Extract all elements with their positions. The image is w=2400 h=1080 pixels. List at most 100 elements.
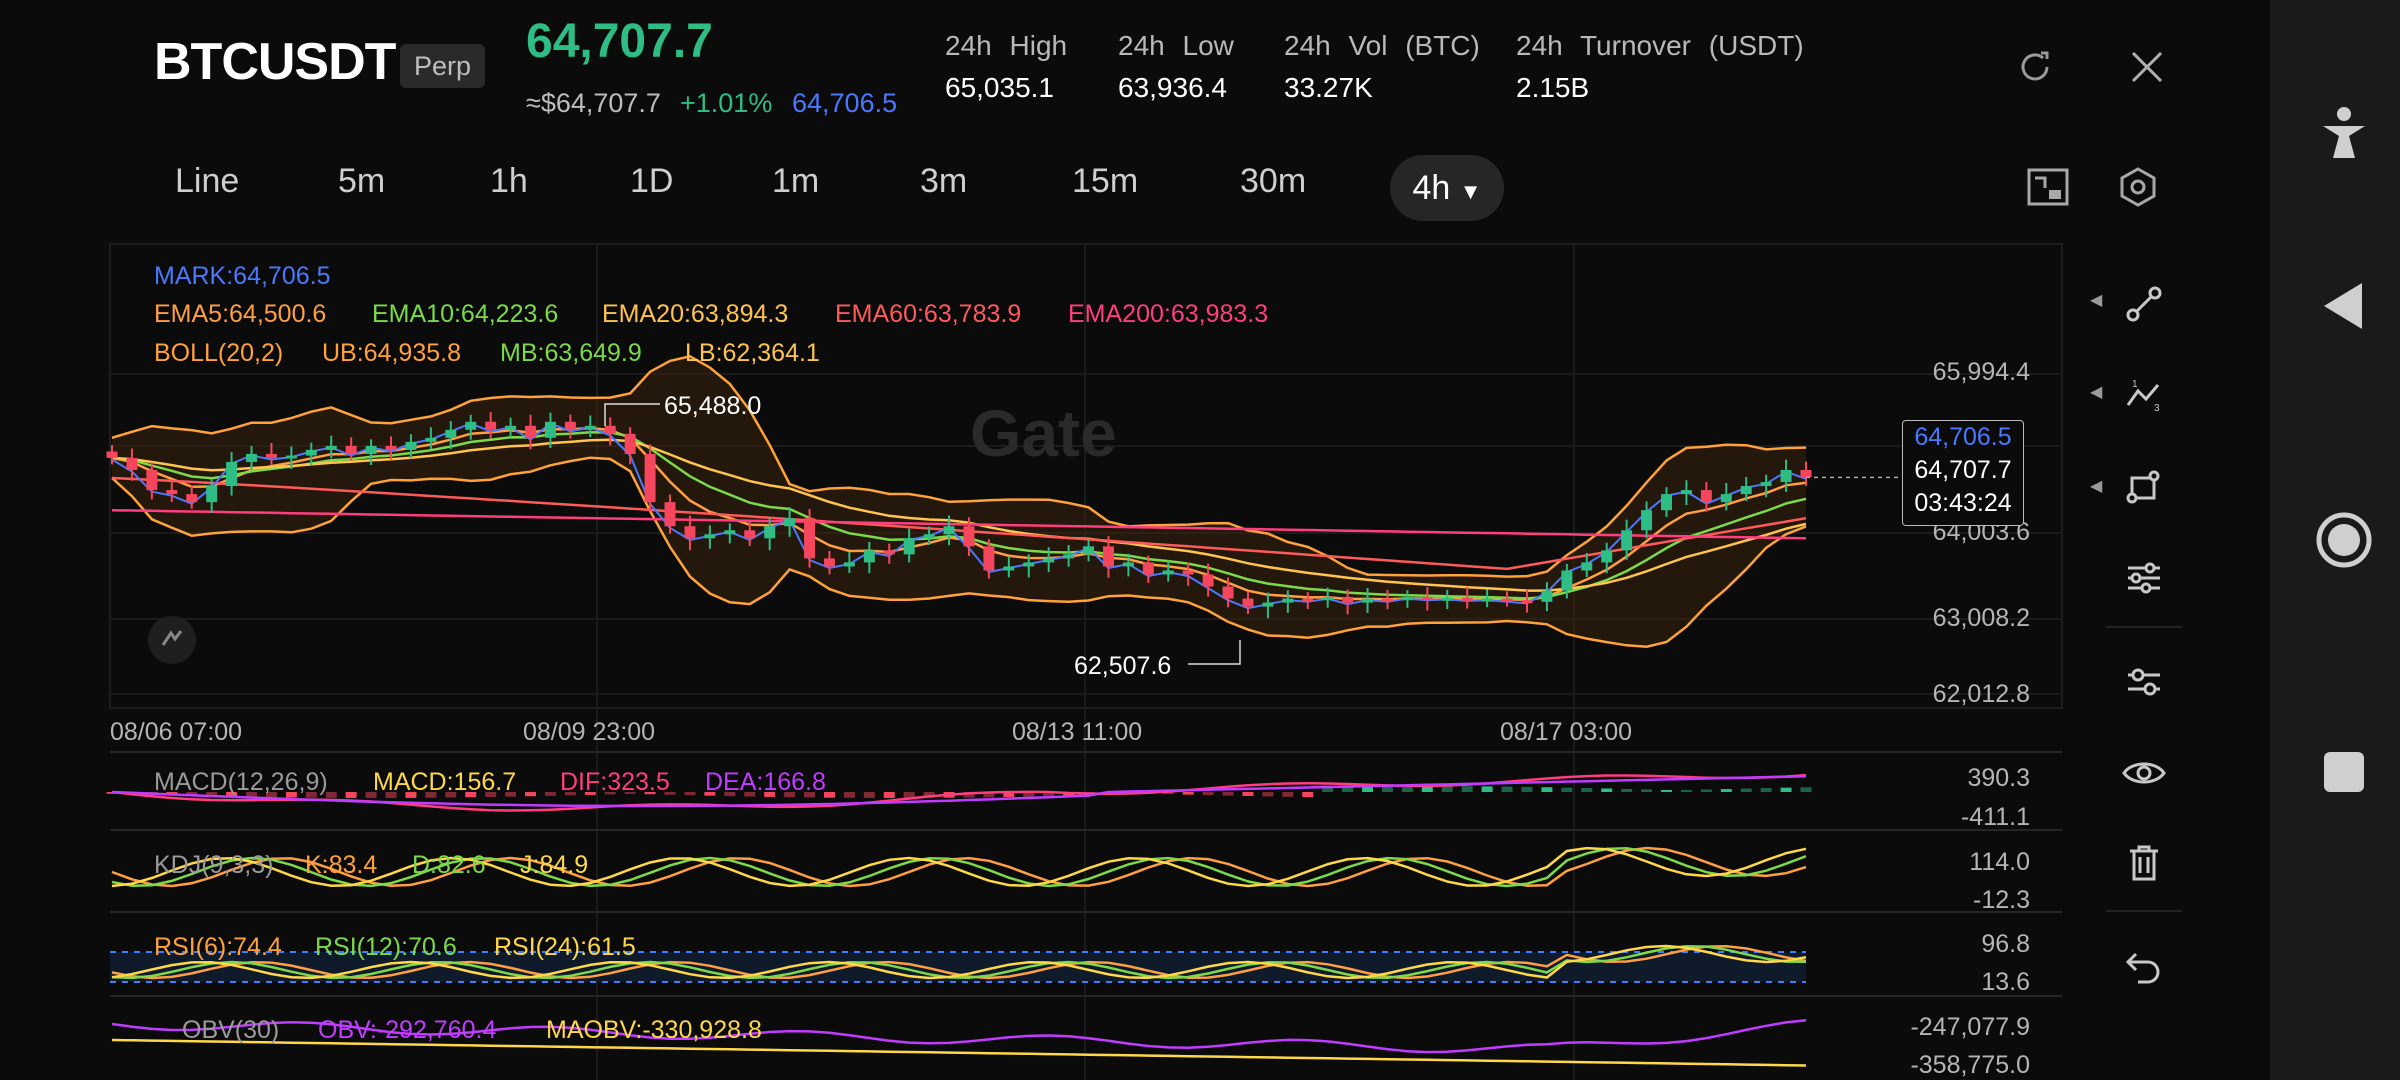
- time-axis-label: 08/09 23:00: [523, 718, 656, 746]
- time-axis-label: 08/17 03:00: [1500, 718, 1633, 746]
- candle-body: [1401, 596, 1413, 601]
- candle-body: [564, 421, 576, 430]
- gate-watermark: Gate: [970, 396, 1117, 470]
- obv-title: OBV(30): [182, 1016, 280, 1044]
- legend-ema200: EMA200:63,983.3: [1068, 300, 1269, 328]
- rsi-axis-max: 96.8: [1981, 930, 2030, 958]
- candle-body: [1561, 570, 1573, 591]
- macd-dea: DEA:166.8: [705, 768, 826, 796]
- candle-body: [1102, 546, 1114, 567]
- macd-bar: [1262, 792, 1274, 797]
- candle-body: [1023, 562, 1035, 567]
- eye-icon[interactable]: [2100, 743, 2188, 803]
- candle-body: [1362, 598, 1374, 603]
- recents-nav-icon[interactable]: [2300, 728, 2388, 816]
- candle-body: [1182, 570, 1194, 575]
- chart-mode-icon[interactable]: [148, 616, 196, 664]
- candle-body: [285, 455, 297, 459]
- candle-body: [843, 562, 855, 567]
- candle-body: [1162, 570, 1174, 575]
- candle-body: [126, 457, 138, 470]
- macd-bar: [863, 792, 875, 798]
- macd-bar: [843, 792, 855, 798]
- macd-bar: [1302, 792, 1314, 798]
- candle-body: [1680, 490, 1692, 495]
- candle-body: [1043, 558, 1055, 563]
- macd-bar: [1581, 788, 1593, 792]
- home-nav-icon[interactable]: [2300, 496, 2388, 584]
- macd-bar: [1561, 787, 1573, 792]
- candle-body: [943, 526, 955, 535]
- candle-body: [1382, 598, 1393, 602]
- macd-bar: [1720, 788, 1732, 792]
- candle-body: [1661, 494, 1672, 511]
- macd-axis-min: -411.1: [1960, 803, 2030, 831]
- candle-body: [206, 486, 218, 503]
- kdj-k: K:83.4: [305, 851, 378, 879]
- kdj-axis-max: 114.0: [1969, 848, 2030, 876]
- rsi-24: RSI(24):61.5: [494, 933, 636, 961]
- kdj-d: D:82.6: [412, 851, 486, 879]
- candle-body: [246, 453, 257, 462]
- macd-axis-max: 390.3: [1967, 764, 2030, 792]
- macd-bar: [1441, 786, 1453, 792]
- legend-ema10: EMA10:64,223.6: [372, 300, 559, 328]
- candle-body: [1063, 554, 1075, 559]
- candle-body: [186, 494, 198, 503]
- candle-body: [1282, 598, 1294, 603]
- legend-mark: MARK:64,706.5: [154, 262, 331, 290]
- candle-body: [146, 469, 158, 491]
- macd-bar: [1601, 788, 1613, 792]
- indicator-settings-icon[interactable]: [2100, 548, 2188, 608]
- macd-bar: [525, 792, 536, 797]
- candle-body: [983, 546, 995, 571]
- candle-body: [664, 502, 676, 527]
- macd-bar: [1461, 786, 1473, 792]
- macd-bar: [1541, 787, 1553, 792]
- candle-body: [1800, 469, 1812, 478]
- trash-icon[interactable]: [2100, 833, 2188, 893]
- candle-body: [1122, 562, 1134, 567]
- candle-body: [1720, 494, 1732, 503]
- accessibility-icon[interactable]: [2300, 90, 2388, 178]
- candle-body: [923, 534, 935, 539]
- candle-body: [1461, 597, 1473, 601]
- candle-body: [1760, 482, 1772, 487]
- candle-body: [784, 518, 796, 527]
- toolbar-divider: [2106, 626, 2182, 628]
- candle-body: [1780, 469, 1792, 483]
- legend-boll-mb: MB:63,649.9: [500, 339, 642, 367]
- time-axis-label: 08/06 07:00: [110, 718, 243, 746]
- trend-line-tool-icon[interactable]: [2100, 274, 2188, 334]
- macd-bar: [684, 792, 696, 796]
- svg-text:1: 1: [2132, 379, 2138, 390]
- candle-body: [1581, 562, 1593, 571]
- candle-body: [624, 433, 636, 454]
- candle-body: [744, 530, 756, 539]
- candle-body: [106, 451, 118, 458]
- adjust-icon[interactable]: [2100, 652, 2188, 712]
- fibonacci-tool-icon[interactable]: 13: [2100, 365, 2188, 425]
- undo-icon[interactable]: [2100, 936, 2188, 996]
- candle-body: [724, 530, 736, 535]
- candle-body: [166, 490, 178, 495]
- candle-body: [1202, 574, 1214, 587]
- back-nav-icon[interactable]: [2300, 262, 2388, 350]
- macd-bar: [883, 792, 895, 798]
- shape-tool-icon[interactable]: [2100, 456, 2188, 516]
- macd-bar: [1521, 786, 1533, 792]
- candle-body: [1481, 598, 1493, 602]
- candle-body: [1641, 510, 1653, 531]
- macd-bar: [1760, 788, 1772, 792]
- macd-bar: [1800, 787, 1812, 792]
- candle-body: [604, 425, 616, 434]
- candle-body: [1142, 562, 1154, 575]
- kline-chart-canvas[interactable]: [0, 0, 2400, 1080]
- candle-body: [764, 526, 776, 539]
- obv-value: OBV:-292,760.4: [318, 1016, 497, 1044]
- macd-bar: [1621, 788, 1633, 792]
- macd-bar: [1481, 786, 1493, 792]
- low-marker-line: [1188, 640, 1241, 665]
- candle-body: [1242, 598, 1254, 607]
- candle-body: [1601, 550, 1613, 563]
